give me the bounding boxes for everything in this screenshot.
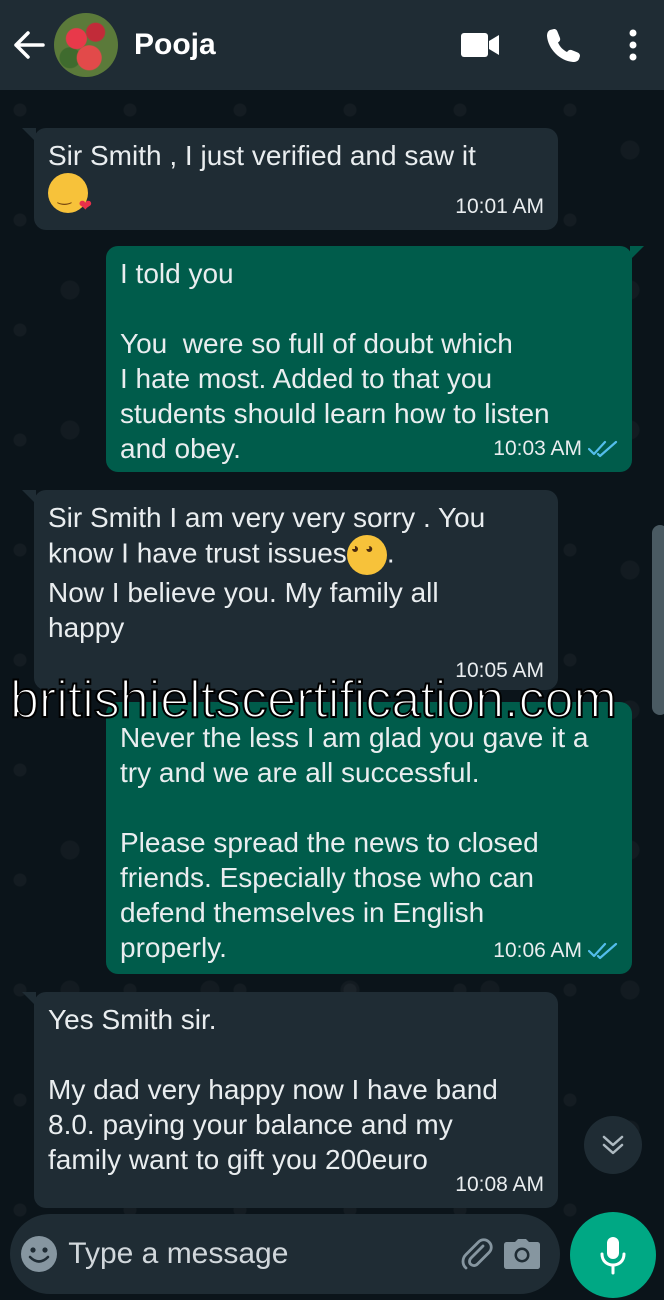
more-options-icon — [629, 29, 637, 61]
chat-header: Pooja — [0, 0, 664, 90]
microphone-icon — [600, 1237, 626, 1275]
message-bubble-outgoing[interactable]: Never the less I am glad you gave it a t… — [106, 702, 632, 974]
contact-avatar[interactable] — [54, 13, 118, 77]
voice-call-button[interactable] — [534, 0, 594, 90]
scrollbar-handle[interactable] — [652, 525, 664, 715]
message-text: Never the less I am glad you gave it a t… — [120, 722, 589, 963]
face-blowing-kiss-emoji-icon — [48, 173, 92, 215]
back-arrow-icon — [14, 31, 45, 59]
message-bubble-incoming[interactable]: Yes Smith sir. My dad very happy now I h… — [22, 992, 558, 1208]
message-meta: 10:01 AM — [455, 189, 544, 224]
double-chevron-down-icon — [602, 1135, 624, 1155]
message-input[interactable] — [68, 1237, 455, 1271]
message-time: 10:06 AM — [493, 939, 582, 962]
camera-button[interactable] — [499, 1214, 544, 1294]
message-time: 10:01 AM — [455, 195, 544, 218]
camera-icon — [503, 1239, 540, 1269]
back-button[interactable] — [4, 0, 54, 90]
double-check-read-icon — [588, 942, 618, 959]
message-bubble-incoming[interactable]: Sir Smith , I just verified and saw it 1… — [22, 128, 558, 230]
video-call-button[interactable] — [450, 0, 510, 90]
voice-message-button[interactable] — [570, 1212, 656, 1298]
message-time: 10:03 AM — [493, 437, 582, 460]
double-check-read-icon — [588, 440, 618, 457]
message-composer — [10, 1214, 560, 1294]
scroll-to-bottom-button[interactable] — [584, 1116, 642, 1174]
message-meta: 10:08 AM — [455, 1167, 544, 1202]
bubble-tail — [22, 490, 36, 504]
video-call-icon — [461, 33, 499, 57]
message-bubble-incoming[interactable]: Sir Smith I am very very sorry . You kno… — [22, 490, 558, 690]
paperclip-icon — [461, 1238, 493, 1270]
voice-call-icon — [547, 29, 580, 62]
smiley-icon — [21, 1236, 58, 1272]
bubble-tail — [22, 992, 36, 1006]
bubble-tail — [22, 128, 36, 142]
message-meta: 10:03 AM — [493, 431, 618, 466]
contact-name[interactable]: Pooja — [134, 28, 450, 62]
more-options-button[interactable] — [612, 0, 654, 90]
message-time: 10:08 AM — [455, 1173, 544, 1196]
message-bubble-outgoing[interactable]: I told you You were so full of doubt whi… — [106, 246, 644, 472]
emoji-button[interactable] — [10, 1214, 68, 1294]
watermark-text: britishieltscertification.com — [9, 670, 618, 730]
attach-button[interactable] — [454, 1214, 499, 1294]
message-text: Yes Smith sir. My dad very happy now I h… — [48, 1004, 498, 1175]
pleading-face-emoji-icon — [346, 535, 387, 575]
message-text: Sir Smith I am very very sorry . You kno… — [48, 500, 544, 645]
message-meta: 10:06 AM — [493, 933, 618, 968]
bubble-tail — [630, 246, 644, 260]
